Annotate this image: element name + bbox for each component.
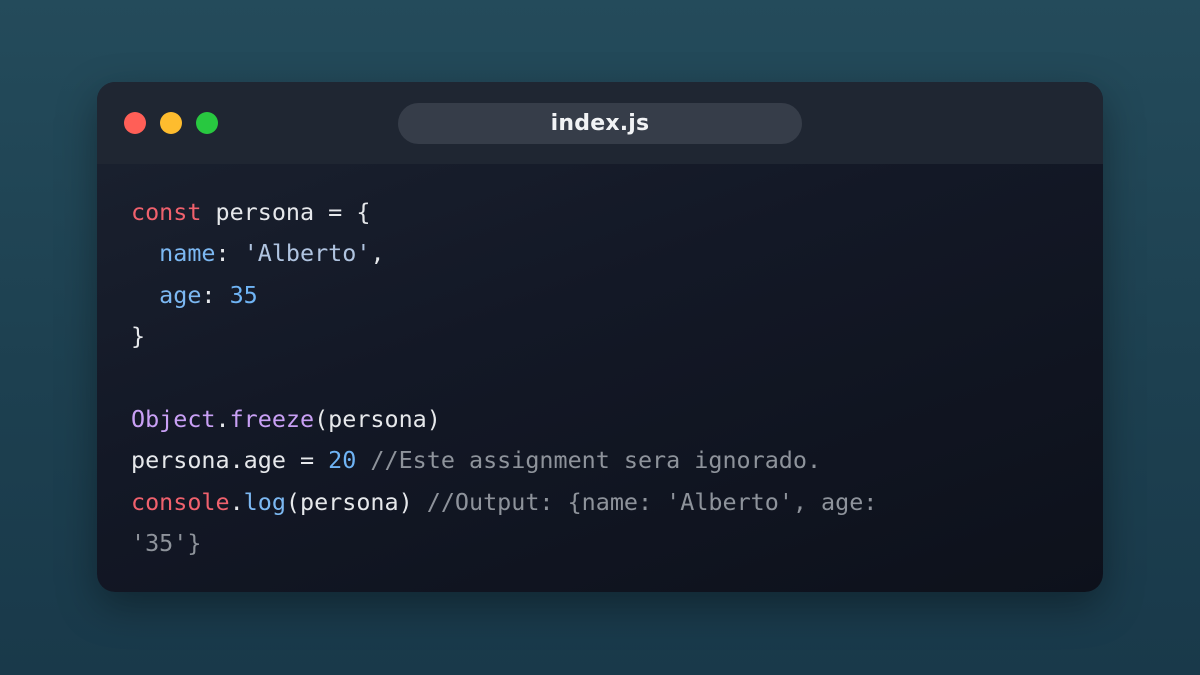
code-token-plain: (persona) xyxy=(285,487,413,516)
code-line: Object.freeze(persona) xyxy=(131,399,877,440)
code-token-comment: //Output: {name: 'Alberto', age: xyxy=(412,487,878,516)
code-token-plain: (persona) xyxy=(314,404,441,433)
code-window: index.js const persona = { name: 'Albert… xyxy=(97,82,1103,592)
code-token-object: Object xyxy=(131,404,216,433)
code-line: } xyxy=(131,316,877,357)
code-line: name: 'Alberto', xyxy=(131,233,877,274)
code-token-property: age xyxy=(159,280,202,309)
file-name: index.js xyxy=(550,111,650,136)
code-block: const persona = { name: 'Alberto', age: … xyxy=(131,192,877,565)
code-token-plain: . xyxy=(215,404,230,433)
code-token-comment: //Este assignment sera ignorado. xyxy=(356,446,822,475)
code-line: const persona = { xyxy=(131,192,877,233)
code-token-plain: persona = { xyxy=(201,198,371,226)
code-token-plain: : xyxy=(215,239,244,268)
code-token-function: log xyxy=(243,487,286,516)
code-token-property: name xyxy=(159,239,216,268)
code-token-number: 35 xyxy=(229,280,258,309)
code-line: persona.age = 20 //Este assignment sera … xyxy=(131,440,877,481)
code-token-plain: , xyxy=(370,239,385,268)
code-token-plain: . xyxy=(229,487,244,516)
zoom-window-button[interactable] xyxy=(196,112,218,134)
code-token-number: 20 xyxy=(328,446,357,475)
close-window-button[interactable] xyxy=(124,112,146,134)
code-line: age: 35 xyxy=(131,275,877,316)
code-token-plain: } xyxy=(131,322,146,351)
code-line: '35'} xyxy=(131,523,877,564)
code-token-object: freeze xyxy=(229,404,315,433)
file-tab[interactable]: index.js xyxy=(398,103,802,144)
code-line: console.log(persona) //Output: {name: 'A… xyxy=(131,482,877,523)
code-token-keyword: const xyxy=(131,198,202,226)
code-token-keyword: console xyxy=(131,487,230,516)
window-titlebar: index.js xyxy=(97,82,1103,164)
minimize-window-button[interactable] xyxy=(160,112,182,134)
code-token-plain: persona.age = xyxy=(131,446,329,475)
code-token-comment: '35'} xyxy=(131,529,202,558)
code-token-plain: : xyxy=(201,280,230,309)
code-token-string: 'Alberto' xyxy=(243,239,371,268)
